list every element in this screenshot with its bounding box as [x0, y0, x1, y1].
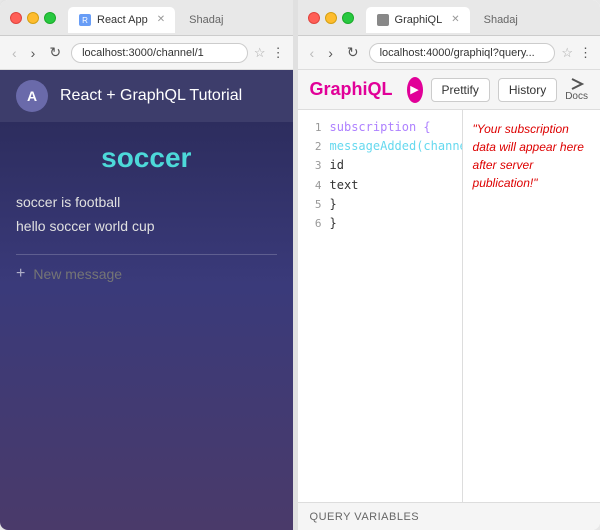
right-forward-button[interactable]: ›	[324, 43, 337, 63]
app-header: A React + GraphQL Tutorial	[0, 70, 293, 122]
docs-label: Docs	[565, 91, 588, 102]
query-variables-label: QUERY VARIABLES	[310, 511, 420, 523]
docs-button[interactable]: Docs	[565, 77, 588, 102]
line-number: 2	[302, 138, 322, 156]
docs-arrow-icon	[568, 77, 586, 91]
code-line-1: 1 subscription {	[298, 118, 462, 137]
line-number: 4	[302, 177, 322, 195]
code-content: messageAdded(channe	[330, 137, 463, 156]
left-tab-label: React App	[97, 14, 148, 26]
left-tab-close[interactable]: ✕	[157, 14, 165, 25]
graphiql-body: 1 subscription { 2 messageAdded(channe 3…	[298, 110, 600, 502]
prettify-button[interactable]: Prettify	[431, 78, 490, 102]
left-tab-extra: Shadaj	[181, 10, 231, 30]
minimize-button[interactable]	[27, 12, 39, 24]
right-back-button[interactable]: ‹	[306, 43, 319, 63]
code-content: id	[330, 156, 344, 175]
back-button[interactable]: ‹	[8, 43, 21, 63]
right-bookmark-icon[interactable]: ☆	[561, 45, 573, 61]
result-text: "Your subscription data will appear here…	[473, 120, 590, 192]
plus-icon: +	[16, 265, 25, 283]
url-input[interactable]	[71, 43, 248, 63]
left-browser-window: R React App ✕ Shadaj ‹ › ↻ ☆ ⋮ A React +…	[0, 0, 293, 530]
line-number: 6	[302, 215, 322, 233]
svg-text:R: R	[82, 16, 88, 25]
line-number: 1	[302, 119, 322, 137]
code-content: subscription {	[330, 118, 431, 137]
right-refresh-button[interactable]: ↻	[343, 42, 363, 63]
forward-button[interactable]: ›	[27, 43, 40, 63]
right-title-bar: GraphiQL ✕ Shadaj	[298, 0, 600, 36]
list-item: hello soccer world cup	[16, 214, 277, 238]
right-maximize-button[interactable]	[342, 12, 354, 24]
right-close-button[interactable]	[308, 12, 320, 24]
right-traffic-lights	[308, 12, 354, 24]
app-title: React + GraphQL Tutorial	[60, 87, 242, 105]
list-item: soccer is football	[16, 190, 277, 214]
right-tab[interactable]: GraphiQL ✕	[366, 7, 470, 33]
code-content: text	[330, 176, 359, 195]
result-panel: "Your subscription data will appear here…	[463, 110, 600, 502]
line-number: 5	[302, 196, 322, 214]
left-tab[interactable]: R React App ✕	[68, 7, 175, 33]
code-line-3: 3 id	[298, 156, 462, 175]
menu-icon[interactable]: ⋮	[272, 45, 285, 61]
play-icon: ▶	[410, 83, 418, 96]
left-address-bar: ‹ › ↻ ☆ ⋮	[0, 36, 293, 70]
code-line-6: 6 }	[298, 214, 462, 233]
traffic-lights	[10, 12, 56, 24]
right-minimize-button[interactable]	[325, 12, 337, 24]
bookmark-icon[interactable]: ☆	[254, 45, 266, 61]
right-url-input[interactable]	[369, 43, 556, 63]
app-content: soccer soccer is football hello soccer w…	[0, 122, 293, 530]
graphiql-page-icon	[376, 13, 390, 27]
query-editor[interactable]: 1 subscription { 2 messageAdded(channe 3…	[298, 110, 463, 502]
graphiql-title: GraphiQL	[310, 79, 393, 100]
right-tab-close[interactable]: ✕	[451, 14, 459, 25]
code-line-4: 4 text	[298, 176, 462, 195]
refresh-button[interactable]: ↻	[45, 42, 65, 63]
new-message-area: +	[16, 254, 277, 283]
code-line-2: 2 messageAdded(channe	[298, 137, 462, 156]
maximize-button[interactable]	[44, 12, 56, 24]
close-button[interactable]	[10, 12, 22, 24]
new-message-input[interactable]	[33, 266, 276, 282]
right-menu-icon[interactable]: ⋮	[579, 45, 592, 61]
left-title-bar: R React App ✕ Shadaj	[0, 0, 293, 36]
channel-name: soccer	[16, 142, 277, 174]
right-tab-extra: Shadaj	[476, 10, 526, 30]
code-content: }	[330, 195, 337, 214]
graphiql-toolbar: GraphiQL ▶ Prettify History Docs	[298, 70, 600, 110]
right-browser-window: GraphiQL ✕ Shadaj ‹ › ↻ ☆ ⋮ GraphiQL ▶ P…	[298, 0, 600, 530]
right-tab-label: GraphiQL	[395, 14, 443, 26]
page-icon: R	[78, 13, 92, 27]
query-variables-bar[interactable]: QUERY VARIABLES	[298, 502, 600, 530]
code-content: }	[330, 214, 337, 233]
code-line-5: 5 }	[298, 195, 462, 214]
avatar: A	[16, 80, 48, 112]
window-separator	[293, 0, 298, 530]
run-button[interactable]: ▶	[407, 77, 423, 103]
line-number: 3	[302, 157, 322, 175]
history-button[interactable]: History	[498, 78, 557, 102]
right-address-bar: ‹ › ↻ ☆ ⋮	[298, 36, 600, 70]
